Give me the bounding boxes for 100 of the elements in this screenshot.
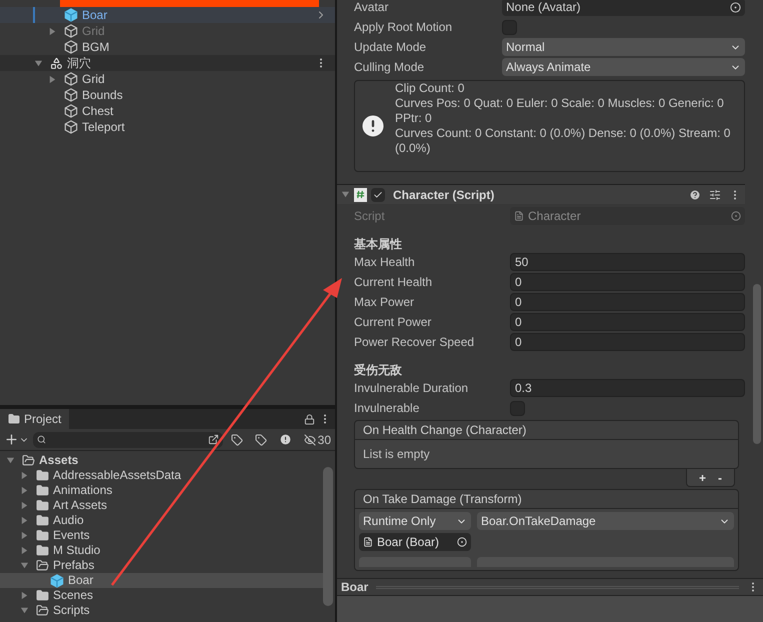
- hierarchy-item[interactable]: Boar: [0, 7, 335, 23]
- project-item[interactable]: Assets: [0, 453, 323, 468]
- folder-icon: [36, 484, 49, 497]
- hierarchy-item[interactable]: Grid: [0, 71, 335, 87]
- project-item[interactable]: Animations: [0, 483, 323, 498]
- settings-icon[interactable]: [709, 188, 721, 200]
- folder-icon: [36, 469, 49, 482]
- number-field[interactable]: 50: [510, 253, 745, 271]
- file-icon: [363, 537, 373, 547]
- property-label: Max Power: [354, 294, 416, 311]
- project-item[interactable]: Events: [0, 528, 323, 543]
- property-label: Update Mode: [354, 39, 428, 56]
- section-header: 受伤无敌: [354, 362, 403, 378]
- open-folder-icon: [36, 604, 49, 617]
- event-header: On Take Damage (Transform): [354, 489, 739, 509]
- hidden-count-button[interactable]: 30: [300, 430, 331, 448]
- property-label: Invulnerable: [354, 400, 420, 417]
- check-icon: [373, 190, 383, 200]
- hierarchy-item[interactable]: Bounds: [0, 87, 335, 103]
- component-header[interactable]: Character (Script): [337, 184, 745, 204]
- property-label: Power Recover Speed: [354, 334, 476, 351]
- dropdown[interactable]: Boar.OnTakeDamage: [477, 512, 734, 530]
- property-label: Apply Root Motion: [354, 19, 454, 36]
- dropdown[interactable]: Normal: [502, 38, 745, 56]
- project-item[interactable]: Boar: [0, 573, 323, 588]
- property-label: Avatar: [354, 0, 390, 16]
- prefab-cube-icon: [64, 8, 78, 22]
- property-label: Invulnerable Duration: [354, 380, 470, 397]
- info-text: Curves Pos: 0 Quat: 0 Euler: 0 Scale: 0 Muscles: 0 Generic: 0 PPtr: 0: [395, 96, 725, 126]
- property-label: Max Health: [354, 254, 416, 271]
- search-window-icon[interactable]: [208, 434, 219, 445]
- project-item[interactable]: Prefabs: [0, 558, 323, 573]
- hierarchy-item[interactable]: Teleport: [0, 119, 335, 135]
- property-label: Script: [354, 208, 386, 225]
- folder-icon: [36, 529, 49, 542]
- number-field[interactable]: 0: [510, 273, 745, 291]
- event-list: List is empty: [354, 440, 739, 469]
- cube-icon: [64, 104, 78, 118]
- project-item[interactable]: Art Assets: [0, 498, 323, 513]
- plus-icon: [4, 432, 19, 447]
- expanded-arrow-icon: [341, 190, 350, 199]
- section-header: 基本属性: [354, 236, 403, 252]
- search-field[interactable]: [33, 432, 223, 448]
- project-item[interactable]: Audio: [0, 513, 323, 528]
- project-item[interactable]: M Studio: [0, 543, 323, 558]
- folder-icon: [36, 589, 49, 602]
- help-icon[interactable]: [689, 188, 701, 200]
- number-field[interactable]: 0: [510, 333, 745, 351]
- preview-bar: Boar: [337, 578, 763, 596]
- target-icon: [731, 211, 741, 221]
- folder-icon: [36, 514, 49, 527]
- prefab-cube-icon: [50, 574, 64, 588]
- dropdown[interactable]: Always Animate: [502, 58, 745, 76]
- selection-marker: [33, 7, 35, 23]
- hierarchy-item[interactable]: Chest: [0, 103, 335, 119]
- scrollbar[interactable]: [323, 467, 333, 606]
- folder-icon: [36, 499, 49, 512]
- number-field[interactable]: 0: [510, 293, 745, 311]
- add-button[interactable]: +: [698, 468, 706, 486]
- dropdown[interactable]: Runtime Only: [359, 512, 471, 530]
- scene-icon: [50, 56, 63, 70]
- project-tab[interactable]: Project: [0, 409, 70, 429]
- cube-icon: [64, 40, 78, 54]
- property-label: Current Health: [354, 274, 434, 291]
- object-field[interactable]: None (Avatar): [502, 0, 745, 16]
- open-folder-icon: [22, 454, 35, 467]
- eye-off-icon: [304, 434, 316, 446]
- create-button[interactable]: [4, 432, 29, 447]
- script-field: Character: [510, 207, 745, 225]
- cube-icon: [64, 24, 78, 38]
- project-item[interactable]: AddressableAssetsData: [0, 468, 323, 483]
- warning-icon[interactable]: [278, 433, 292, 446]
- search-icon: [37, 435, 46, 444]
- info-text: Curves Count: 0 Constant: 0 (0.0%) Dense: 0 (0.0%) Stream: 0 (0.0%): [395, 126, 732, 156]
- cube-icon: [64, 120, 78, 134]
- cube-icon: [64, 72, 78, 86]
- target-icon[interactable]: [457, 537, 467, 547]
- cube-icon: [64, 88, 78, 102]
- number-field[interactable]: 0.3: [510, 379, 745, 397]
- scene-header[interactable]: 洞穴: [0, 55, 335, 71]
- info-text: Clip Count: 0: [395, 81, 466, 96]
- type-filter-icon[interactable]: [230, 434, 243, 446]
- scrollbar[interactable]: [753, 284, 761, 444]
- target-icon[interactable]: [730, 2, 741, 12]
- project-item[interactable]: Scripts: [0, 603, 323, 618]
- label-filter-icon[interactable]: [254, 434, 267, 446]
- event-header: On Health Change (Character): [354, 420, 739, 440]
- property-label: Culling Mode: [354, 59, 426, 76]
- open-folder-icon: [36, 559, 49, 572]
- object-field[interactable]: Boar (Boar): [359, 533, 471, 551]
- project-item[interactable]: Scenes: [0, 588, 323, 603]
- property-label: Current Power: [354, 314, 432, 331]
- number-field[interactable]: 0: [510, 313, 745, 331]
- script-icon: [354, 188, 367, 202]
- folder-icon: [36, 544, 49, 557]
- hierarchy-item[interactable]: BGM: [0, 39, 335, 55]
- folder-icon: [8, 413, 20, 425]
- lock-icon[interactable]: [304, 414, 315, 424]
- enabled-checkbox[interactable]: [371, 188, 385, 202]
- remove-button[interactable]: -: [718, 468, 722, 486]
